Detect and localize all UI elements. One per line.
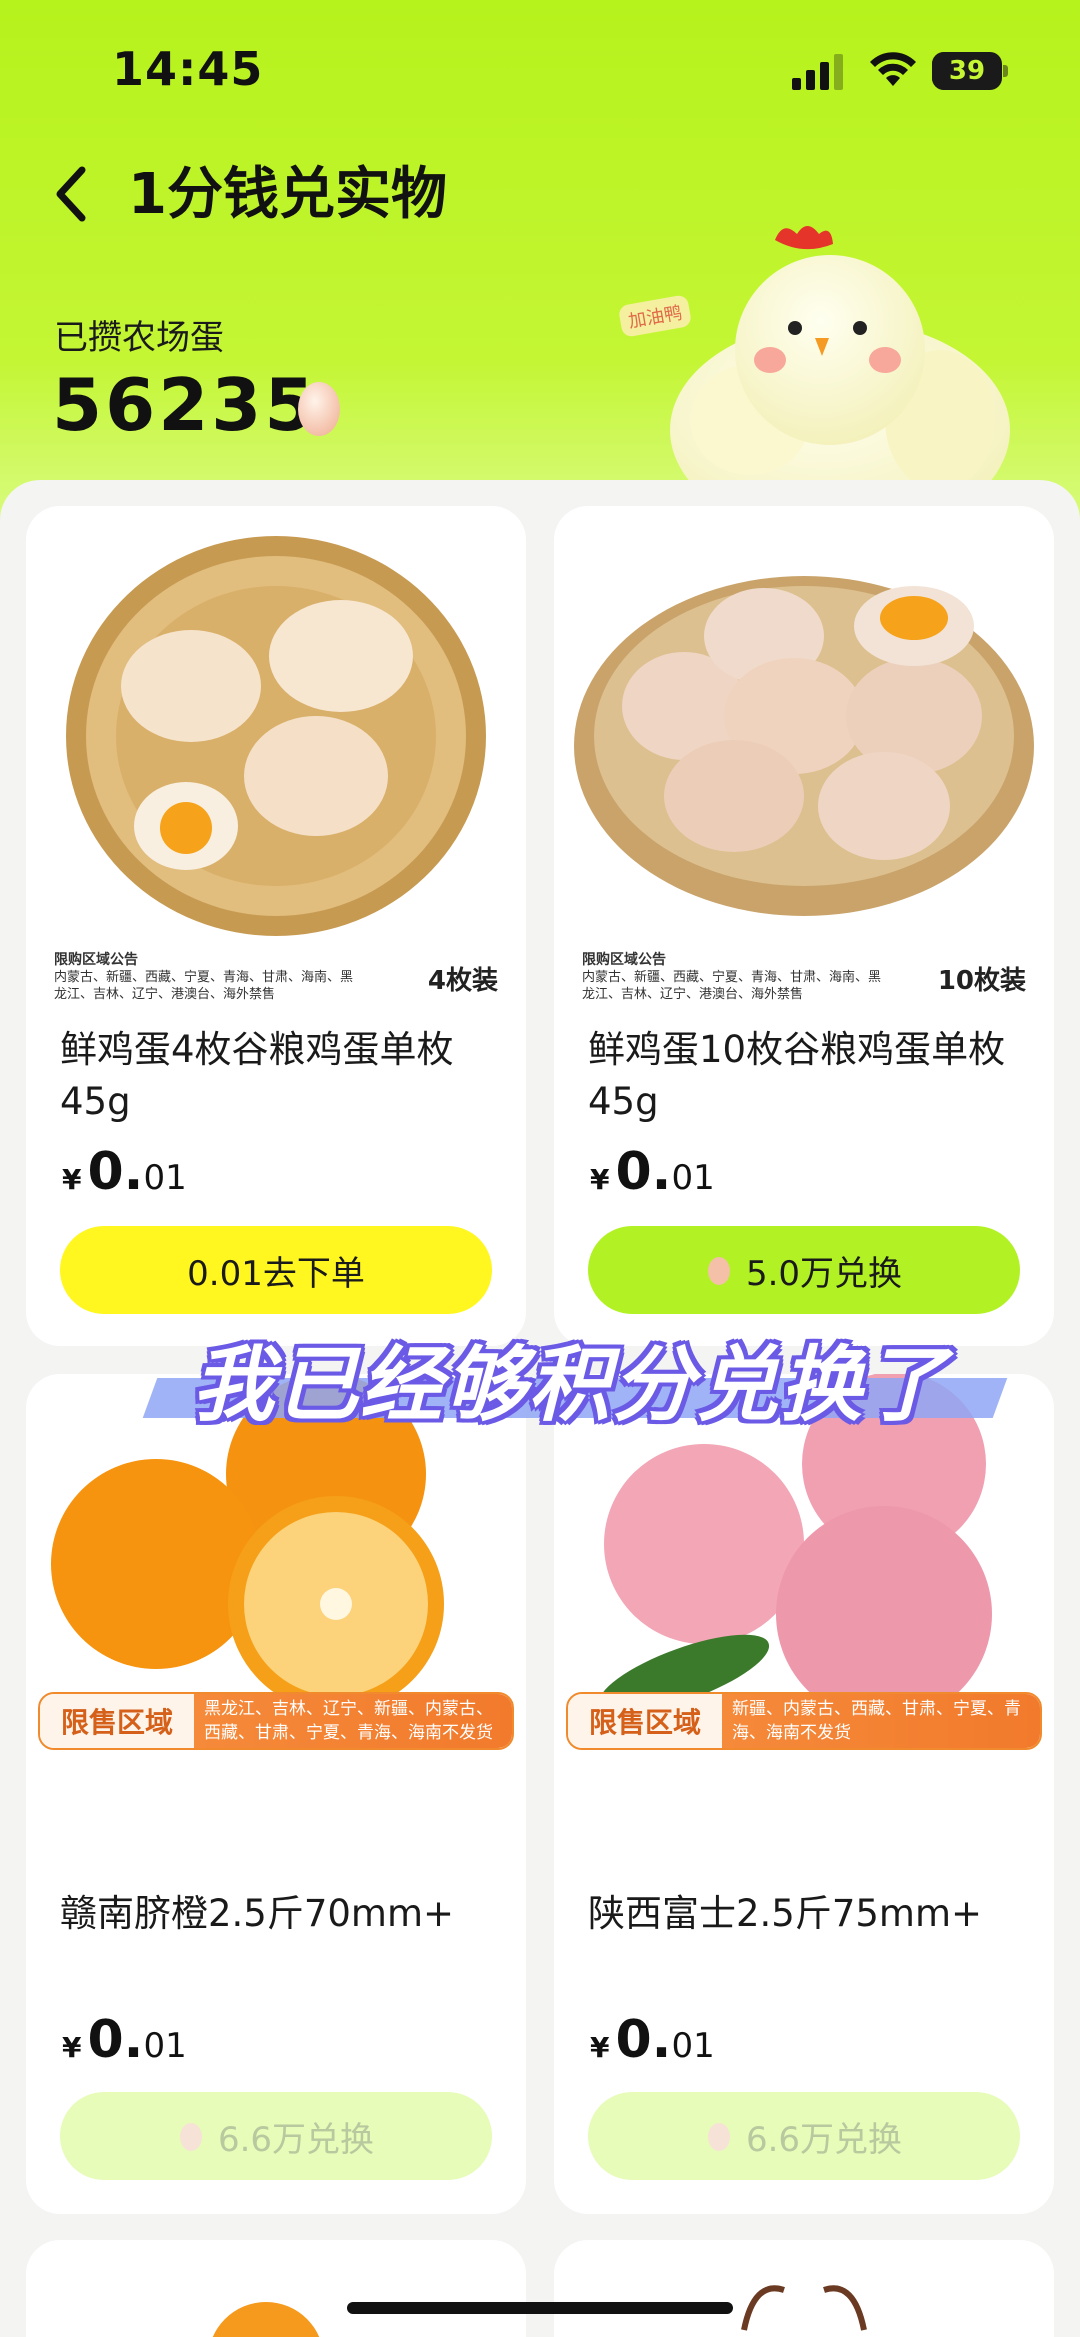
fuji-apple-image [598, 1374, 992, 1722]
product-card-partial[interactable] [554, 2240, 1054, 2337]
product-card-apple[interactable]: 限售区域 新疆、内蒙古、西藏、甘肃、宁夏、青海、海南不发货 陕西富士2.5斤75… [554, 1374, 1054, 2214]
back-chevron-icon [56, 166, 86, 222]
product-card-egg-10[interactable]: 限购区域公告 内蒙古、新疆、西藏、宁夏、青海、甘肃、海南、黑龙江、吉林、辽宁、港… [554, 506, 1054, 1346]
navel-orange-image [51, 1374, 444, 1712]
status-time: 14:45 [112, 42, 264, 96]
notice: 限购区域公告 内蒙古、新疆、西藏、宁夏、青海、甘肃、海南、黑龙江、吉林、辽宁、港… [582, 952, 882, 1002]
egg-basket-image [66, 536, 486, 936]
region-tag: 限售区域 新疆、内蒙古、西藏、甘肃、宁夏、青海、海南不发货 [566, 1692, 1042, 1750]
pack-label: 10枚装 [937, 966, 1026, 996]
product-card-partial[interactable] [26, 2240, 526, 2337]
points-value: 56235 [52, 363, 318, 447]
points-label: 已攒农场蛋 [54, 318, 224, 358]
notice: 限购区域公告 内蒙古、新疆、西藏、宁夏、青海、甘肃、海南、黑龙江、吉林、辽宁、港… [54, 952, 354, 1002]
region-tag: 限售区域 黑龙江、吉林、辽宁、新疆、内蒙古、西藏、甘肃、宁夏、青海、海南不发货 [38, 1692, 514, 1750]
chicken-mascot-image: 加油鸭 [619, 226, 1010, 490]
exchange-button[interactable]: 6.6万兑换 [588, 2092, 1020, 2180]
battery-level: 39 [948, 56, 986, 86]
fruit-image [741, 2285, 867, 2331]
product-price: ¥0. 01 [62, 2010, 187, 2070]
orange-image [212, 2302, 320, 2337]
product-card-orange[interactable]: 限售区域 黑龙江、吉林、辽宁、新疆、内蒙古、西藏、甘肃、宁夏、青海、海南不发货 … [26, 1374, 526, 2214]
product-price: ¥0. 01 [590, 1142, 715, 1202]
egg-icon [179, 2123, 202, 2151]
egg-icon [707, 1257, 730, 1285]
product-name: 赣南脐橙2.5斤70mm+ [60, 1892, 455, 1935]
page-title: 1分钱兑实物 [128, 162, 447, 227]
battery-icon: 39 [932, 52, 1008, 90]
egg-icon [298, 382, 340, 436]
signal-icon [792, 54, 843, 90]
product-name: 鲜鸡蛋4枚谷粮鸡蛋单枚45g [60, 1028, 454, 1123]
product-name: 鲜鸡蛋10枚谷粮鸡蛋单枚45g [588, 1028, 1006, 1123]
exchange-button[interactable]: 5.0万兑换 [588, 1226, 1020, 1314]
product-name: 陕西富士2.5斤75mm+ [588, 1892, 983, 1935]
product-price: ¥0. 01 [62, 1142, 187, 1202]
status-bar: 14:45 39 [0, 0, 1080, 130]
back-button[interactable] [48, 158, 96, 230]
exchange-button[interactable]: 6.6万兑换 [60, 2092, 492, 2180]
egg-basket-image [574, 576, 1034, 916]
home-indicator[interactable] [347, 2302, 733, 2314]
product-card-egg-4[interactable]: 限购区域公告 内蒙古、新疆、西藏、宁夏、青海、甘肃、海南、黑龙江、吉林、辽宁、港… [26, 506, 526, 1346]
video-caption: 我已经够积分兑换了 [192, 1338, 948, 1433]
pack-label: 4枚装 [427, 966, 498, 996]
product-price: ¥0. 01 [590, 2010, 715, 2070]
order-button[interactable]: 0.01去下单 [60, 1226, 492, 1314]
egg-icon [707, 2123, 730, 2151]
wifi-icon [870, 52, 916, 86]
